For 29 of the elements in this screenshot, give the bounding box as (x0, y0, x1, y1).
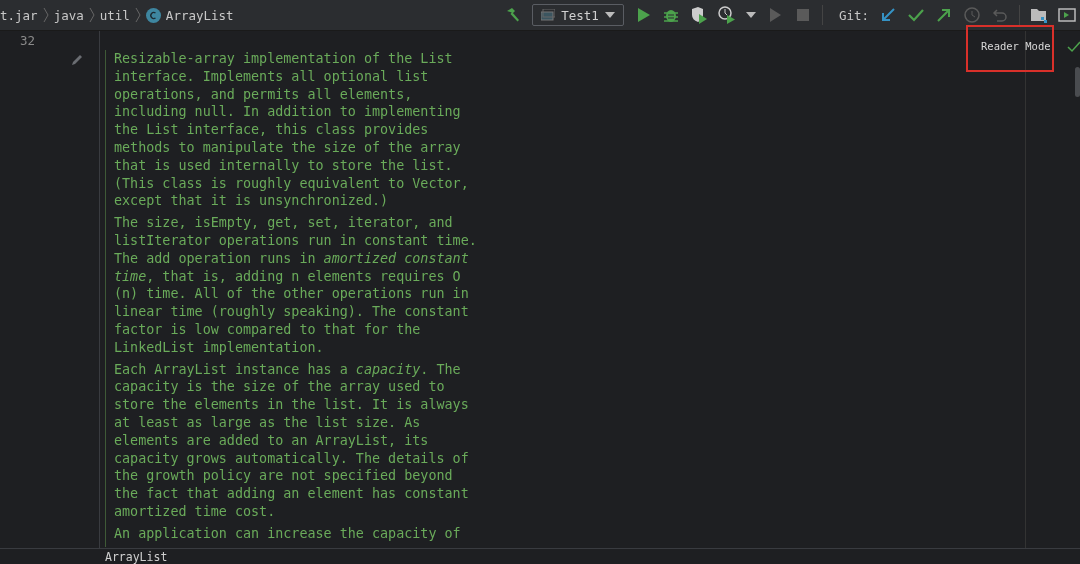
terminal-icon[interactable] (1058, 6, 1076, 24)
status-bar-text: ArrayList (0, 548, 1080, 564)
breadcrumb-item[interactable]: util (99, 7, 130, 23)
scrollbar[interactable] (1075, 67, 1080, 97)
arrow-icon[interactable] (879, 6, 897, 24)
caret-icon[interactable] (745, 11, 756, 19)
class-icon (145, 7, 161, 23)
line-number: 32 (19, 33, 35, 48)
breadcrumb-item[interactable]: java (53, 7, 84, 23)
doc-paragraph: Each ArrayList instance has a capacity. The capacity is the size of the array used to store the elements in the list. It is always at least as large as the list size. As elements are added to an ArrayList, its capacity grows automatically. The details of the growth policy are not specified beyond the fact that adding an element has constant amortized time cost. (114, 360, 470, 521)
run-configuration-dropdown[interactable]: Test1 (532, 4, 624, 26)
caret-icon (604, 11, 615, 19)
arrow-icon[interactable] (935, 6, 953, 24)
check-icon (1067, 41, 1080, 53)
pencil-icon[interactable] (70, 53, 84, 67)
doc-paragraph: The size, isEmpty, get, set, iterator, and listIterator operations run in constant time. The add operation runs in amortized constant time, that is, adding n elements requires O (n) time. All of the other operations run in linear time (roughly speaking). The constant factor is low compared to that for the LinkedList implementation. (114, 214, 477, 357)
doc-paragraph: An application can increase the capacity of (114, 524, 462, 543)
chevron-icon (87, 6, 96, 24)
doc-paragraph: Resizable-array implementation of the List interface. Implements all optional list operations, and permits all elements, including null. In addition to implementing the List interface, this class provides methods to manipulate the size of the array that is used internally to store the list. (This class is roughly equivalent to Vector, except that it is unsynchronized.) (114, 50, 470, 211)
chevron-icon (41, 6, 50, 24)
breadcrumb-item[interactable]: t.jar (0, 7, 38, 23)
reader-mode-toggle[interactable]: Reader Mode (981, 40, 1051, 52)
git-label: Git: (838, 7, 869, 23)
folder-icon[interactable] (1030, 6, 1048, 24)
clock-run-icon[interactable] (717, 6, 736, 24)
windows-icon (541, 9, 556, 21)
shield-run-icon[interactable] (689, 6, 708, 24)
breadcrumb-item[interactable]: ArrayList (165, 7, 234, 23)
chevron-icon (133, 6, 142, 24)
